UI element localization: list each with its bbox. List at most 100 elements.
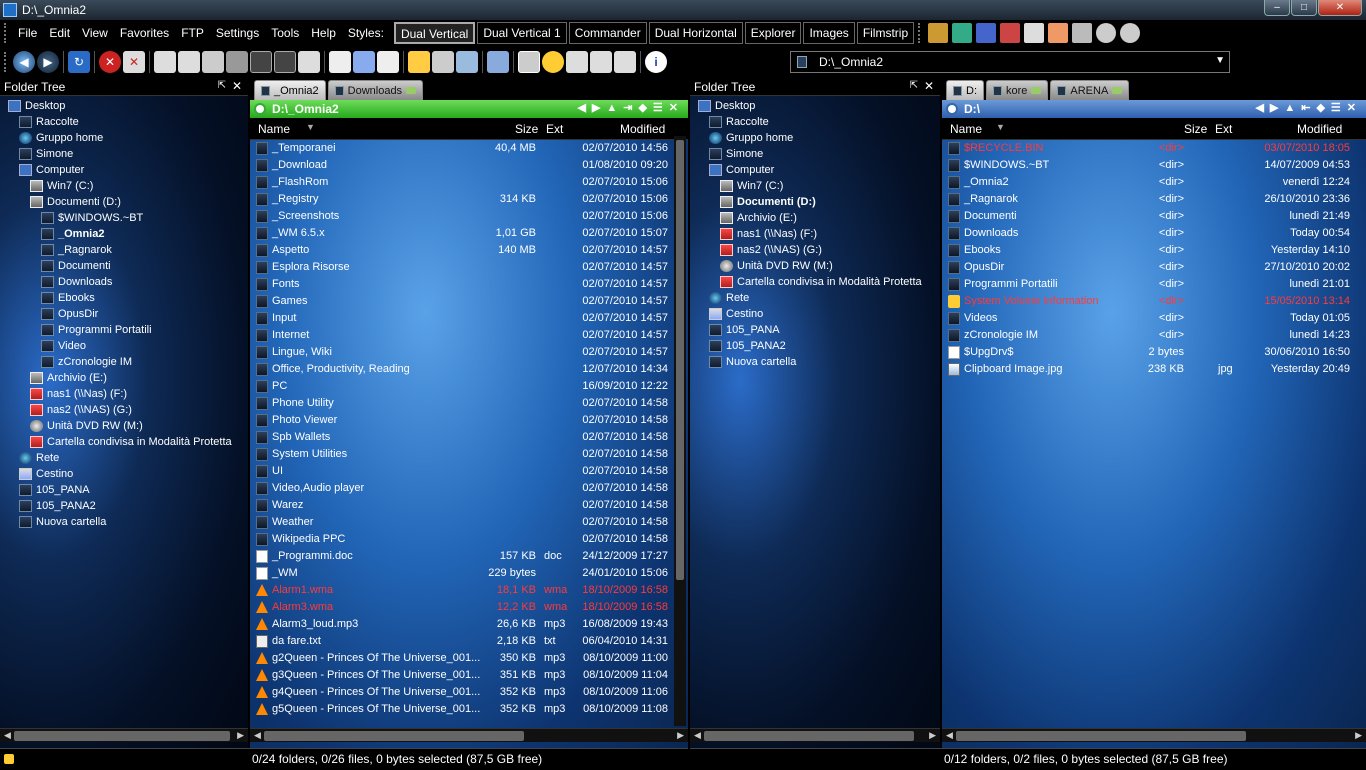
properties-icon[interactable]	[154, 51, 176, 73]
file-row[interactable]: System Utilities 02/07/2010 14:58	[250, 446, 672, 463]
back-arrow-icon[interactable]: ◀	[13, 51, 35, 73]
menu-item-styles[interactable]: Styles:	[342, 21, 390, 45]
lock-icon[interactable]	[4, 754, 14, 764]
address-bar[interactable]: D:\_Omnia2 ▼	[790, 51, 1230, 73]
chevron-down-icon[interactable]: ▼	[1215, 55, 1225, 66]
grid-icon[interactable]	[1048, 23, 1069, 43]
thumbnails-view-icon[interactable]	[542, 51, 564, 73]
file-row[interactable]: Internet 02/07/2010 14:57	[250, 327, 672, 344]
menu-item-favorites[interactable]: Favorites	[114, 21, 175, 45]
file-row[interactable]: Video,Audio player 02/07/2010 14:58	[250, 480, 672, 497]
tree-item[interactable]: Unità DVD RW (M:)	[0, 418, 248, 434]
file-row[interactable]: _Omnia2 <dir> venerdì 12:24	[942, 174, 1354, 191]
tools-icon[interactable]	[1000, 23, 1021, 43]
tree-item[interactable]: nas2 (\\NAS) (G:)	[690, 242, 940, 258]
file-row[interactable]: Alarm3_loud.mp3 26,6 KB mp3 16/08/2009 19:4…	[250, 616, 672, 633]
menu-item-ftp[interactable]: FTP	[175, 21, 210, 45]
tree-item[interactable]: nas1 (\\Nas) (F:)	[0, 386, 248, 402]
col-modified[interactable]: Modified	[1297, 122, 1342, 136]
path-nav-icons[interactable]: ◀▶▲⇤◆☰✕	[1255, 101, 1362, 114]
file-row[interactable]: Alarm1.wma 18,1 KB wma 18/10/2009 16:58	[250, 582, 672, 599]
close-icon[interactable]: ✕	[924, 79, 934, 93]
file-tab[interactable]: kore	[986, 80, 1049, 100]
left-file-vscroll[interactable]	[674, 136, 686, 726]
style-tab-dual-horizontal[interactable]: Dual Horizontal	[648, 22, 743, 44]
refresh-icon[interactable]: ↻	[68, 51, 90, 73]
tree-item[interactable]: Archivio (E:)	[0, 370, 248, 386]
file-row[interactable]: Games 02/07/2010 14:57	[250, 293, 672, 310]
app-icon[interactable]	[3, 3, 17, 17]
document-icon[interactable]	[1072, 23, 1093, 43]
file-row[interactable]: _WM 229 bytes 24/01/2010 15:06	[250, 565, 672, 582]
folder-options-icon[interactable]	[928, 23, 949, 43]
style-tab-dual-vertical[interactable]: Dual Vertical	[393, 22, 476, 44]
file-tab[interactable]: _Omnia2	[254, 80, 326, 100]
tree-item[interactable]: Simone	[0, 146, 248, 162]
file-row[interactable]: OpusDir <dir> 27/10/2010 20:02	[942, 259, 1354, 276]
tree-item[interactable]: Cartella condivisa in Modalità Protetta	[0, 434, 248, 450]
style-tab-explorer[interactable]: Explorer	[744, 22, 802, 44]
tree-item[interactable]: Nuova cartella	[0, 514, 248, 530]
tree-item[interactable]: Raccolte	[690, 114, 940, 130]
minimize-button[interactable]: –	[1264, 0, 1290, 16]
tree-item[interactable]: 105_PANA2	[690, 338, 940, 354]
tree-item[interactable]: Cestino	[0, 466, 248, 482]
col-modified[interactable]: Modified	[620, 122, 665, 136]
new-folder-icon[interactable]	[408, 51, 430, 73]
file-row[interactable]: Esplora Risorse 02/07/2010 14:57	[250, 259, 672, 276]
col-size[interactable]: Size	[1184, 122, 1207, 136]
file-row[interactable]: _Download 01/08/2010 09:20	[250, 157, 672, 174]
left-file-hscroll[interactable]: ◀ ▶	[250, 728, 688, 742]
tree-item[interactable]: Computer	[0, 162, 248, 178]
properties2-icon[interactable]	[178, 51, 200, 73]
tree-item[interactable]: Gruppo home	[0, 130, 248, 146]
file-tab[interactable]: Downloads	[327, 80, 424, 100]
menu-item-help[interactable]: Help	[305, 21, 342, 45]
clock-icon[interactable]	[1096, 23, 1117, 43]
file-row[interactable]: _Ragnarok <dir> 26/10/2010 23:36	[942, 191, 1354, 208]
file-row[interactable]: Clipboard Image.jpg 238 KB jpg Yesterday 20…	[942, 361, 1354, 378]
close-icon[interactable]: ✕	[232, 79, 242, 93]
col-name[interactable]: Name	[258, 122, 290, 136]
maximize-button[interactable]: □	[1291, 0, 1317, 16]
style-tab-filmstrip[interactable]: Filmstrip	[856, 22, 915, 44]
tree-item[interactable]: Programmi Portatili	[0, 322, 248, 338]
tree-item[interactable]: Rete	[690, 290, 940, 306]
file-row[interactable]: Spb Wallets 02/07/2010 14:58	[250, 429, 672, 446]
col-ext[interactable]: Ext	[1215, 122, 1232, 136]
tree-item[interactable]: Win7 (C:)	[690, 178, 940, 194]
col-ext[interactable]: Ext	[546, 122, 563, 136]
move-icon[interactable]	[353, 51, 375, 73]
tree-item[interactable]: Archivio (E:)	[690, 210, 940, 226]
tree-item[interactable]: Desktop	[690, 98, 940, 114]
col-name[interactable]: Name	[950, 122, 982, 136]
file-row[interactable]: Phone Utility 02/07/2010 14:58	[250, 395, 672, 412]
tree-item[interactable]: Simone	[690, 146, 940, 162]
tree-item[interactable]: nas1 (\\Nas) (F:)	[690, 226, 940, 242]
file-row[interactable]: Office, Productivity, Reading 12/07/2010 …	[250, 361, 672, 378]
magnifier-icon[interactable]	[226, 51, 248, 73]
file-row[interactable]: Alarm3.wma 12,2 KB wma 18/10/2009 16:58	[250, 599, 672, 616]
tree-item[interactable]: Documenti (D:)	[690, 194, 940, 210]
new-file-icon[interactable]	[377, 51, 399, 73]
style-tab-dual-vertical-1[interactable]: Dual Vertical 1	[477, 22, 567, 44]
file-row[interactable]: Documenti <dir> lunedì 21:49	[942, 208, 1354, 225]
file-row[interactable]: g3Queen - Princes Of The Universe_001...…	[250, 667, 672, 684]
file-row[interactable]: _Screenshots 02/07/2010 15:06	[250, 208, 672, 225]
delete-icon[interactable]: ✕	[123, 51, 145, 73]
find-icon[interactable]	[202, 51, 224, 73]
toolbar-grip[interactable]	[918, 23, 922, 43]
file-row[interactable]: System Volume Information <dir> 15/05/2010…	[942, 293, 1354, 310]
file-row[interactable]: $UpgDrv$ 2 bytes 30/06/2010 16:50	[942, 344, 1354, 361]
stop-icon[interactable]: ✕	[99, 51, 121, 73]
close-button[interactable]: ✕	[1318, 0, 1362, 16]
file-row[interactable]: Input 02/07/2010 14:57	[250, 310, 672, 327]
file-row[interactable]: _WM 6.5.x 1,01 GB 02/07/2010 15:07	[250, 225, 672, 242]
tree-item[interactable]: Nuova cartella	[690, 354, 940, 370]
file-row[interactable]: zCronologie IM <dir> lunedì 14:23	[942, 327, 1354, 344]
file-row[interactable]: Ebooks <dir> Yesterday 14:10	[942, 242, 1354, 259]
file-row[interactable]: Weather 02/07/2010 14:58	[250, 514, 672, 531]
tree-item[interactable]: Documenti (D:)	[0, 194, 248, 210]
edit-icon[interactable]	[298, 51, 320, 73]
menu-item-view[interactable]: View	[76, 21, 114, 45]
